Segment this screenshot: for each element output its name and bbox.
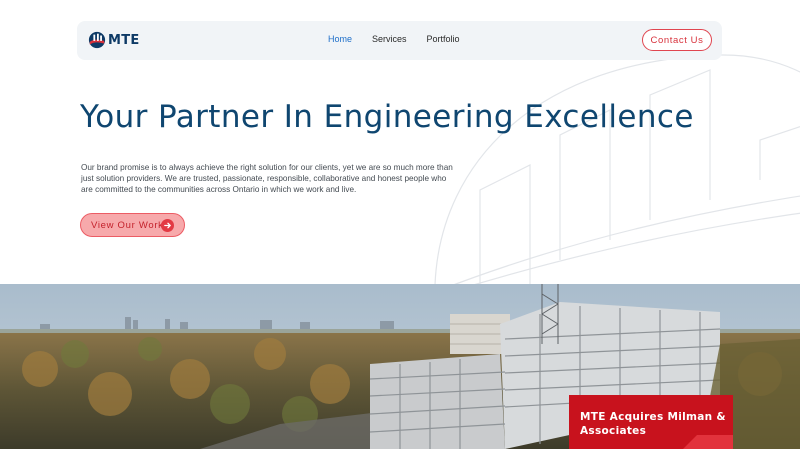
hero-title: Your Partner In Engineering Excellence xyxy=(80,99,694,135)
arrow-right-icon xyxy=(161,219,174,232)
watermark-logo-outline xyxy=(434,54,800,296)
site-header: MTE Home Services Portfolio Contact Us xyxy=(77,21,722,60)
brand-logo[interactable]: MTE xyxy=(88,31,140,49)
globe-logo-icon xyxy=(88,31,106,49)
view-our-work-button[interactable]: View Our Work xyxy=(80,213,185,237)
cta-label: View Our Work xyxy=(91,219,164,231)
news-card-accent xyxy=(683,435,733,449)
hero-description: Our brand promise is to always achieve t… xyxy=(81,163,453,194)
nav-item-home[interactable]: Home xyxy=(328,33,352,45)
logo-text: MTE xyxy=(108,32,140,48)
news-title: MTE Acquires Milman & Associates xyxy=(580,411,726,437)
contact-us-button[interactable]: Contact Us xyxy=(642,29,712,51)
nav-item-services[interactable]: Services xyxy=(372,33,407,45)
nav-item-portfolio[interactable]: Portfolio xyxy=(427,33,460,45)
news-card[interactable]: MTE Acquires Milman & Associates xyxy=(569,395,733,449)
main-nav: Home Services Portfolio xyxy=(328,33,480,45)
